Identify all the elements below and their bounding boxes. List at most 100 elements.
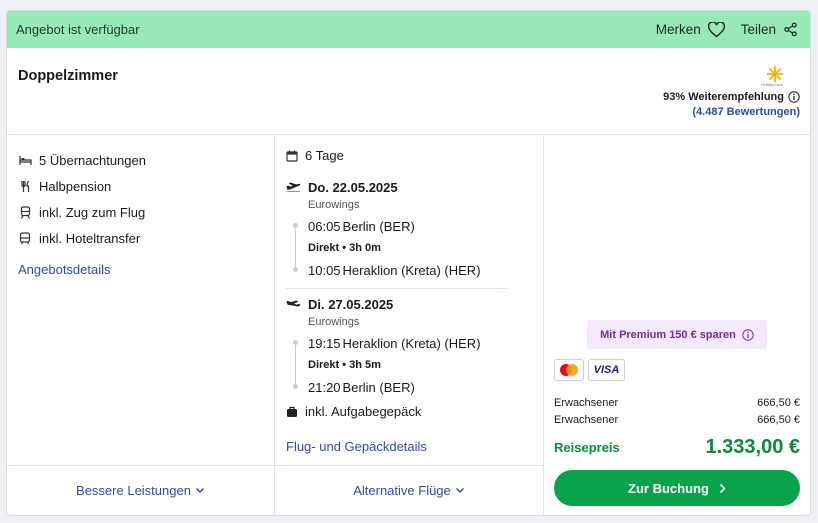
availability-status: Angebot ist verfügbar (16, 22, 140, 37)
leg-divider (286, 288, 507, 289)
return-departure: 19:15 Heraklion (Kreta) (HER) (308, 332, 481, 354)
list-item: 5 Übernachtungen (18, 147, 146, 173)
departure-airport: Heraklion (Kreta) (HER) (342, 335, 481, 351)
offer-details-link[interactable]: Angebotsdetails (18, 262, 111, 277)
room-title: Doppelzimmer (18, 68, 118, 84)
total-price-label: Reisepreis (554, 440, 620, 455)
arrival-airport: Berlin (BER) (342, 379, 415, 395)
info-icon[interactable] (788, 91, 800, 103)
list-item: Halbpension (18, 173, 146, 199)
offer-columns: 5 Übernachtungen Halbpension inkl. Zug z… (7, 136, 810, 515)
recommendation-text: 93% Weiterempfehlung (663, 91, 784, 103)
logo-text: HolidayCheck (761, 83, 783, 87)
share-icon (784, 22, 797, 37)
traveller-type: Erwachsener (554, 413, 619, 426)
room-header: Doppelzimmer HolidayCheck 93% Weiterempf… (7, 48, 810, 135)
visa-icon: VISA (588, 359, 625, 381)
plane-departure-icon (286, 182, 301, 192)
outbound-timeline: 06:05 Berlin (BER) Direkt • 3h 0m 10:05 … (291, 215, 481, 281)
timeline-dot (293, 340, 298, 345)
services-column: 5 Übernachtungen Halbpension inkl. Zug z… (7, 136, 275, 515)
traveller-type: Erwachsener (554, 396, 619, 409)
outbound-arrival: 10:05 Heraklion (Kreta) (HER) (308, 259, 481, 281)
list-item: inkl. Hoteltransfer (18, 225, 146, 251)
plane-arrival-icon (286, 300, 301, 307)
duration-label: 6 Tage (305, 148, 344, 163)
mastercard-icon (554, 359, 584, 381)
heart-icon (707, 21, 725, 37)
outbound-date: Do. 22.05.2025 (308, 180, 398, 195)
outbound-airline: Eurowings (308, 199, 360, 211)
total-price-row: Reisepreis 1.333,00 € (554, 436, 800, 459)
banner-actions: Merken Teilen (655, 21, 798, 38)
save-button[interactable]: Merken (655, 21, 725, 38)
feature-label: Halbpension (39, 178, 112, 194)
traveller-price: 666,50 € (757, 396, 800, 409)
offer-card: Angebot ist verfügbar Merken Teilen Dopp… (6, 10, 811, 516)
calendar-icon (286, 150, 298, 162)
return-flight-info: Direkt • 3h 5m (308, 359, 381, 371)
arrival-time: 21:20 (308, 379, 341, 395)
traveller-prices: Erwachsener 666,50 € Erwachsener 666,50 … (554, 394, 800, 428)
timeline-line (295, 228, 296, 272)
table-row: Erwachsener 666,50 € (554, 411, 800, 428)
reviews-link[interactable]: (4.487 Bewertungen) (663, 106, 800, 118)
list-item: inkl. Zug zum Flug (18, 199, 146, 225)
outbound-header: Do. 22.05.2025 (286, 180, 481, 195)
timeline-dot (293, 267, 298, 272)
premium-label: Mit Premium 150 € sparen (600, 328, 736, 341)
feature-label: inkl. Hoteltransfer (39, 230, 141, 246)
arrival-time: 10:05 (308, 262, 341, 278)
better-services-label: Bessere Leistungen (76, 483, 191, 498)
arrival-airport: Heraklion (Kreta) (HER) (342, 262, 481, 278)
alternative-flights-label: Alternative Flüge (353, 483, 451, 498)
flights-column: 6 Tage Do. 22.05.2025 Eurowings 06:05 Be… (275, 136, 544, 515)
trip-duration: 6 Tage (286, 148, 344, 163)
holidaycheck-logo: HolidayCheck (663, 66, 783, 87)
chevron-down-icon (455, 487, 464, 494)
bus-icon (18, 231, 32, 245)
info-icon (742, 328, 754, 341)
visa-wordmark: VISA (593, 364, 620, 376)
return-header: Di. 27.05.2025 (286, 297, 481, 312)
feature-label: 5 Übernachtungen (39, 152, 146, 168)
return-date: Di. 27.05.2025 (308, 297, 394, 312)
timeline-dot (293, 223, 298, 228)
chevron-down-icon (195, 487, 204, 494)
departure-airport: Berlin (BER) (342, 218, 415, 234)
book-button[interactable]: Zur Buchung (554, 470, 800, 506)
baggage-info: inkl. Aufgabegepäck (286, 404, 421, 419)
total-price: 1.333,00 € (705, 436, 800, 458)
sun-logo-icon (767, 66, 783, 82)
better-services-tab[interactable]: Bessere Leistungen (7, 465, 274, 515)
save-label: Merken (655, 22, 701, 37)
share-label: Teilen (740, 22, 776, 37)
cutlery-icon (18, 179, 32, 193)
price-column: Mit Premium 150 € sparen VISA Erwachsene… (544, 136, 810, 515)
departure-time: 19:15 (308, 335, 341, 351)
recommendation-line: 93% Weiterempfehlung (663, 91, 800, 103)
outbound-flight-info: Direkt • 3h 0m (308, 242, 381, 254)
premium-savings-badge[interactable]: Mit Premium 150 € sparen (587, 320, 767, 349)
share-button[interactable]: Teilen (741, 22, 798, 37)
suitcase-icon (287, 406, 297, 417)
availability-banner: Angebot ist verfügbar Merken Teilen (7, 11, 810, 48)
return-flight: Di. 27.05.2025 Eurowings 19:15 Heraklion… (286, 297, 481, 398)
traveller-price: 666,50 € (757, 413, 800, 426)
book-button-label: Zur Buchung (628, 480, 709, 496)
outbound-departure: 06:05 Berlin (BER) (308, 215, 481, 237)
return-timeline: 19:15 Heraklion (Kreta) (HER) Direkt • 3… (291, 332, 481, 398)
rating-block: HolidayCheck 93% Weiterempfehlung (4.487… (663, 66, 800, 118)
timeline-line (295, 345, 296, 389)
alternative-flights-tab[interactable]: Alternative Flüge (275, 465, 543, 515)
table-row: Erwachsener 666,50 € (554, 394, 800, 411)
feature-list: 5 Übernachtungen Halbpension inkl. Zug z… (18, 147, 146, 251)
flight-baggage-details-link[interactable]: Flug- und Gepäckdetails (286, 439, 427, 454)
return-arrival: 21:20 Berlin (BER) (308, 376, 481, 398)
departure-time: 06:05 (308, 218, 341, 234)
baggage-label: inkl. Aufgabegepäck (305, 404, 422, 419)
return-airline: Eurowings (308, 316, 360, 328)
train-icon (18, 205, 32, 219)
payment-methods: VISA (554, 359, 625, 381)
outbound-flight: Do. 22.05.2025 Eurowings 06:05 Berlin (B… (286, 180, 481, 281)
